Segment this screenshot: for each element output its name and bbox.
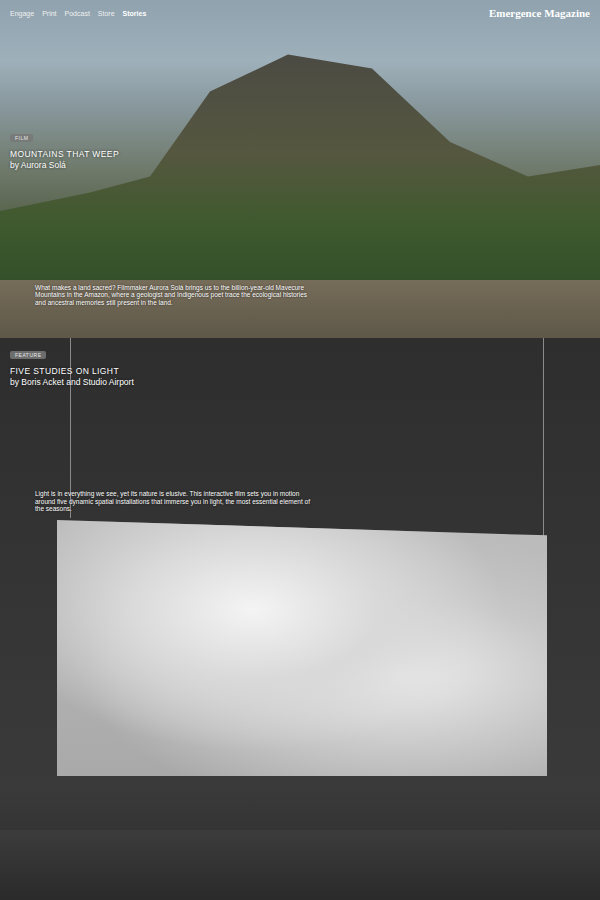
- nav-link[interactable]: Print: [42, 10, 56, 17]
- mountain-shape: [0, 50, 600, 280]
- nav-link[interactable]: Store: [98, 10, 115, 17]
- nav-link[interactable]: Engage: [10, 10, 34, 17]
- story-photo: [0, 338, 600, 900]
- story-head: FILM MOUNTAINS THAT WEEPby Aurora Solá: [10, 134, 590, 171]
- story-badge: FEATURE: [10, 351, 46, 359]
- story-badge: FILM: [10, 134, 33, 142]
- story-section[interactable]: FEATURE FIVE STUDIES ON LIGHTby Boris Ack…: [0, 338, 600, 900]
- floor-shape: [0, 830, 600, 900]
- logo[interactable]: Emergence Magazine: [489, 7, 590, 19]
- story-content: FEATURE FIVE STUDIES ON LIGHTby Boris Ack…: [0, 338, 600, 900]
- top-nav: Engage Print Podcast Store Stories Emergence …: [10, 0, 590, 20]
- page: Engage Print Podcast Store Stories Emergence …: [0, 0, 600, 900]
- story-title[interactable]: MOUNTAINS THAT WEEP: [10, 149, 119, 160]
- nav-links: Engage Print Podcast Store Stories: [10, 10, 146, 17]
- cloud-screen: [57, 520, 547, 776]
- nav-link[interactable]: Stories: [123, 10, 147, 17]
- story-head: FEATURE FIVE STUDIES ON LIGHTby Boris Ack…: [10, 351, 590, 388]
- story-byline: by Aurora Solá: [10, 160, 66, 171]
- story-section[interactable]: Engage Print Podcast Store Stories Emergence …: [0, 0, 600, 338]
- story-byline: by Boris Acket and Studio Airport: [10, 377, 134, 388]
- story-content: Engage Print Podcast Store Stories Emergence …: [0, 0, 600, 338]
- story-description: What makes a land sacred? Filmmaker Auro…: [35, 284, 310, 307]
- nav-link[interactable]: Podcast: [65, 10, 90, 17]
- wire-line: [543, 338, 544, 538]
- story-description: Light is in everything we see, yet its n…: [35, 490, 310, 513]
- story-title[interactable]: FIVE STUDIES ON LIGHT: [10, 366, 119, 377]
